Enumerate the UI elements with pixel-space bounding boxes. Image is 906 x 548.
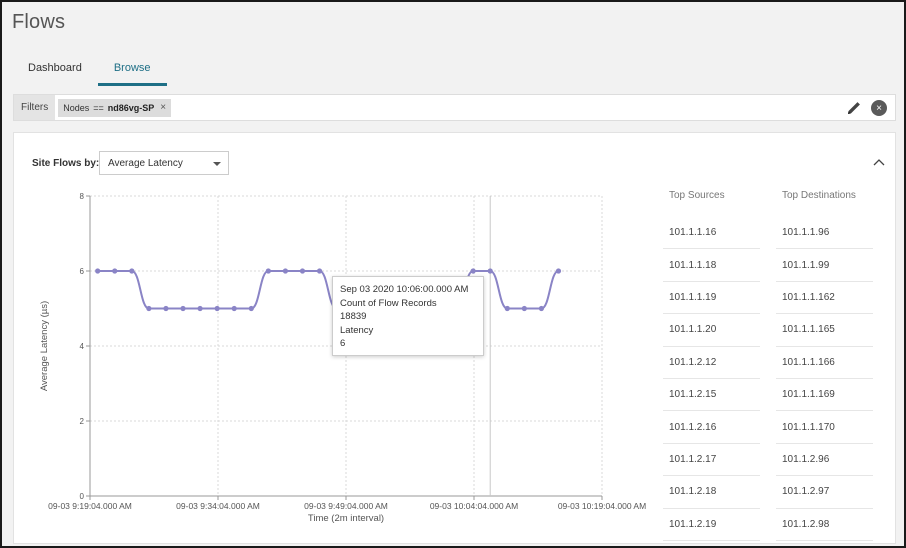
destination-item[interactable]: 101.1.1.96 — [776, 217, 873, 250]
y-axis-label: Average Latency (µs) — [39, 301, 50, 391]
destination-item[interactable]: 101.1.1.170 — [776, 411, 873, 444]
tab-dashboard[interactable]: Dashboard — [12, 54, 98, 86]
site-flows-panel: Site Flows by: Average Latency 0 2 4 6 8 09-0… — [13, 132, 896, 544]
data-point — [231, 305, 237, 312]
data-point — [299, 268, 306, 274]
data-point — [214, 305, 220, 312]
source-item[interactable]: 101.1.2.16 — [663, 411, 760, 444]
destination-item[interactable]: 101.1.1.162 — [776, 282, 873, 315]
data-point — [146, 305, 152, 312]
filter-chip-operator: == — [93, 102, 104, 113]
x-axis-label: Time (2m interval) — [308, 513, 384, 524]
data-point — [129, 268, 135, 274]
x-tick-label: 09-03 9:19:04.000 AM — [48, 501, 132, 511]
y-tick-label: 4 — [80, 342, 85, 351]
data-point — [316, 268, 323, 274]
x-tick-label: 09-03 10:04:04.000 AM — [430, 501, 518, 511]
filters-label: Filters — [14, 95, 56, 120]
remove-filter-icon[interactable]: × — [160, 102, 166, 113]
top-destinations-header: Top Destinations — [782, 190, 856, 201]
top-destinations-list: Top Destinations 101.1.1.96 101.1.1.99 1… — [776, 187, 873, 541]
chart-tooltip: Sep 03 2020 10:06:00.000 AM Count of Flo… — [332, 276, 484, 356]
tooltip-count-value: 18839 — [340, 311, 367, 322]
data-point — [470, 268, 476, 274]
source-item[interactable]: 101.1.2.17 — [663, 444, 760, 477]
data-point — [504, 305, 510, 312]
data-point — [555, 268, 562, 274]
tab-browse[interactable]: Browse — [97, 54, 167, 86]
y-tick-label: 8 — [80, 192, 85, 201]
data-point — [112, 268, 118, 274]
data-point — [538, 305, 545, 312]
data-point — [248, 305, 254, 312]
source-item[interactable]: 101.1.2.18 — [663, 476, 760, 509]
data-point — [180, 305, 186, 312]
filter-chip-key: Nodes — [63, 102, 90, 113]
y-tick-label: 0 — [80, 492, 85, 501]
y-tick-label: 2 — [80, 417, 85, 426]
destination-item[interactable]: 101.1.1.99 — [776, 249, 873, 282]
tooltip-count-label: Count of Flow Records — [340, 297, 437, 309]
tab-bar: Dashboard Browse — [12, 54, 167, 86]
filter-bar[interactable]: Filters Nodes == nd86vg-SP × × — [13, 94, 896, 121]
data-point — [197, 305, 203, 312]
destination-item[interactable]: 101.1.1.169 — [776, 379, 873, 412]
data-point — [521, 305, 527, 312]
source-item[interactable]: 101.1.2.15 — [663, 379, 760, 412]
source-item[interactable]: 101.1.1.16 — [663, 217, 760, 250]
destination-item[interactable]: 101.1.1.165 — [776, 314, 873, 347]
source-item[interactable]: 101.1.2.12 — [663, 347, 760, 379]
destination-item[interactable]: 101.1.2.97 — [776, 476, 873, 509]
source-item[interactable]: 101.1.1.18 — [663, 249, 760, 282]
destination-item[interactable]: 101.1.2.98 — [776, 509, 873, 541]
clear-filters-icon[interactable]: × — [871, 100, 887, 116]
x-tick-label: 09-03 9:49:04.000 AM — [304, 501, 388, 511]
source-item[interactable]: 101.1.2.19 — [663, 509, 760, 541]
top-sources-header: Top Sources — [669, 190, 725, 201]
page-title: Flows — [12, 11, 66, 33]
data-point — [163, 305, 169, 312]
data-point — [265, 268, 271, 274]
pencil-icon[interactable] — [845, 99, 863, 117]
y-tick-label: 6 — [80, 267, 85, 276]
data-point — [95, 268, 101, 274]
source-item[interactable]: 101.1.1.20 — [663, 314, 760, 347]
destination-item[interactable]: 101.1.2.96 — [776, 444, 873, 477]
filter-chip-value: nd86vg-SP — [107, 102, 155, 113]
data-point — [282, 268, 289, 274]
series-line — [97, 270, 559, 310]
source-item[interactable]: 101.1.1.19 — [663, 282, 760, 315]
filter-chip[interactable]: Nodes == nd86vg-SP × — [58, 98, 172, 117]
tooltip-latency-label: Latency — [340, 324, 374, 336]
tooltip-latency-value: 6 — [340, 338, 346, 349]
data-point — [487, 268, 493, 274]
tooltip-time: Sep 03 2020 10:06:00.000 AM — [340, 284, 469, 295]
destination-item[interactable]: 101.1.1.166 — [776, 347, 873, 379]
chevron-up-icon[interactable] — [873, 157, 885, 167]
x-tick-label: 09-03 9:34:04.000 AM — [176, 501, 260, 511]
top-sources-list: Top Sources 101.1.1.16 101.1.1.18 101.1.… — [663, 187, 760, 541]
x-tick-label: 09-03 10:19:04.000 AM — [558, 501, 646, 511]
